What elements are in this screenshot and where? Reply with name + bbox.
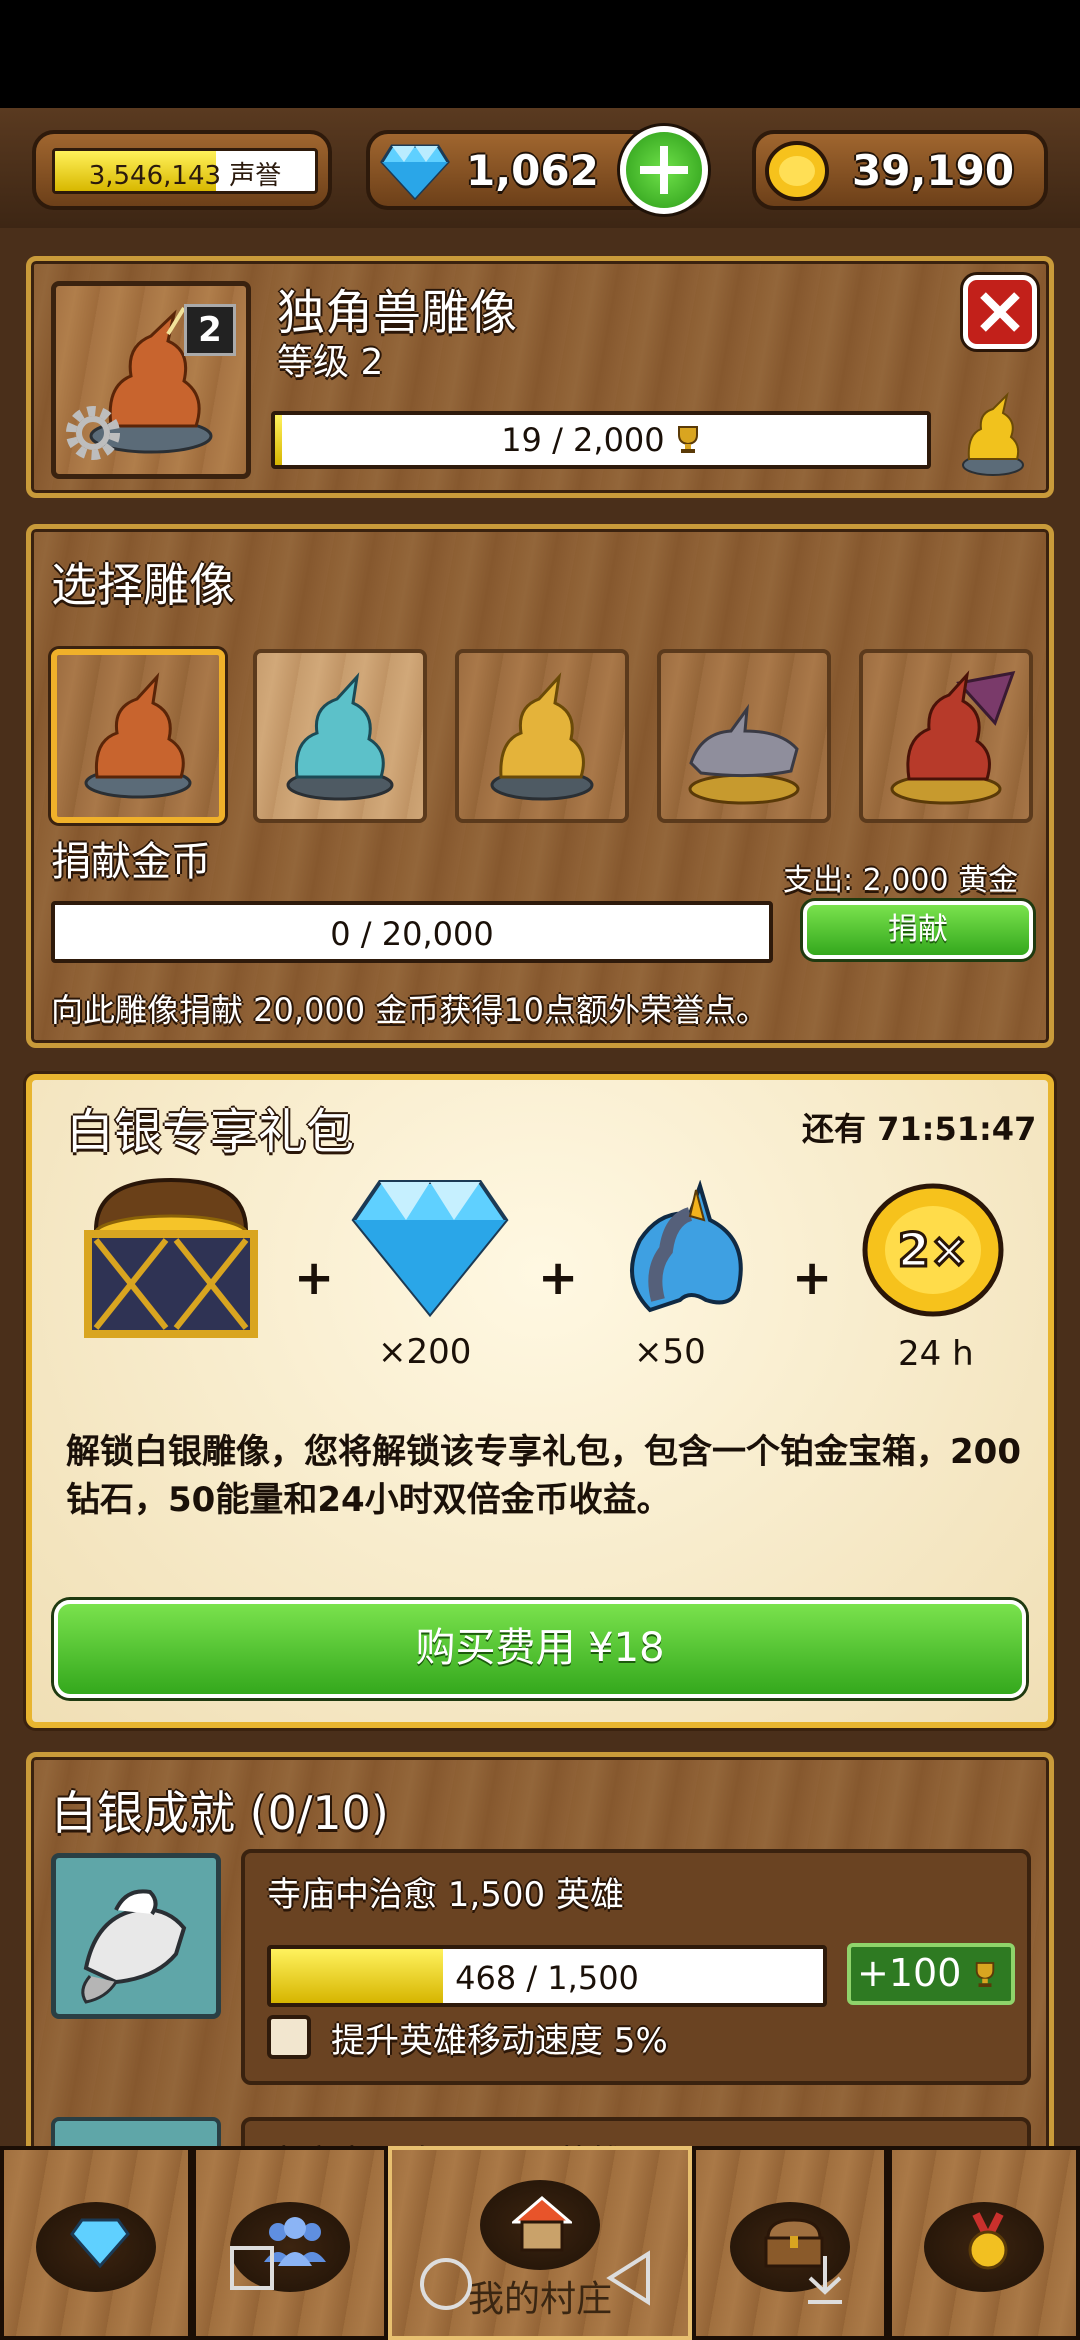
diamond-count: 1,062 bbox=[466, 146, 599, 195]
statue-progress-text: 19 / 2,000 bbox=[275, 421, 927, 459]
add-diamonds-button[interactable] bbox=[620, 126, 708, 214]
donate-gold-label: 捐献金币 bbox=[51, 839, 211, 885]
achievements-panel: 白银成就 (0/10) 寺庙中治愈 1,500 英雄 468 / 1,500 +… bbox=[26, 1752, 1054, 2177]
statue-progress-value: 19 / 2,000 bbox=[501, 421, 665, 459]
achievement-reward-value: +100 bbox=[857, 1951, 962, 1995]
resource-bar: 3,546,143 声誉 1,062 39,190 bbox=[0, 108, 1080, 228]
house-icon bbox=[512, 2196, 572, 2252]
select-statue-panel: 选择雕像 捐献金币 支出: 2,000 黄金 0 / 20,000 捐献 向此雕… bbox=[26, 524, 1054, 1048]
statue-thumbnail: 2 bbox=[51, 281, 251, 479]
buy-offer-button[interactable]: 购买费用 ¥18 bbox=[54, 1600, 1026, 1698]
achievement-perk: 提升英雄移动速度 5% bbox=[331, 2021, 668, 2061]
donate-info-text: 向此雕像捐献 20,000 金币获得10点额外荣誉点。 bbox=[51, 991, 769, 1029]
achievements-title: 白银成就 (0/10) bbox=[51, 1786, 389, 1840]
tab-heroes[interactable] bbox=[192, 2146, 388, 2340]
bottom-navigation: 我的村庄 bbox=[0, 2146, 1080, 2340]
diamond-qty: ×200 bbox=[378, 1332, 472, 1372]
close-button[interactable] bbox=[963, 275, 1037, 349]
plus-sign: + bbox=[792, 1250, 833, 1306]
achievement-icon-box bbox=[51, 1853, 221, 2019]
status-bar bbox=[0, 0, 1080, 108]
platinum-unicorn-icon bbox=[688, 703, 800, 805]
offer-timer: 还有 71:51:47 bbox=[802, 1110, 1037, 1148]
system-keyboard-collapse-icon[interactable] bbox=[800, 2252, 850, 2308]
donate-progress-bar: 0 / 20,000 bbox=[51, 901, 773, 963]
gear-icon[interactable] bbox=[58, 398, 128, 468]
donate-button[interactable]: 捐献 bbox=[803, 901, 1033, 959]
plus-sign: + bbox=[294, 1250, 335, 1306]
statue-slot-platinum[interactable] bbox=[657, 649, 831, 823]
fame-progress-bar: 3,546,143 声誉 bbox=[52, 148, 318, 194]
system-recents-button[interactable] bbox=[228, 2244, 278, 2294]
system-back-button[interactable] bbox=[604, 2248, 654, 2308]
select-statue-title: 选择雕像 bbox=[51, 558, 235, 612]
diamond-icon bbox=[380, 144, 450, 200]
offer-item-energy bbox=[610, 1179, 760, 1334]
medal-icon bbox=[968, 2212, 1008, 2270]
statue-slot-silver[interactable] bbox=[253, 649, 427, 823]
statue-slot-bronze[interactable] bbox=[51, 649, 225, 823]
gold-pill: 39,190 bbox=[752, 130, 1048, 210]
tab-achievements[interactable] bbox=[888, 2146, 1080, 2340]
perk-checkbox[interactable] bbox=[267, 2015, 311, 2059]
plus-sign: + bbox=[538, 1250, 579, 1306]
diamond-icon bbox=[70, 2218, 130, 2268]
double-gold-coin-icon: 2× bbox=[862, 1183, 1004, 1317]
gold-unicorn-icon bbox=[490, 672, 594, 801]
tab-chest[interactable] bbox=[692, 2146, 888, 2340]
statue-slot-dragon[interactable] bbox=[859, 649, 1033, 823]
achievement-progress-text: 468 / 1,500 bbox=[455, 1959, 639, 1997]
offer-item-chest bbox=[76, 1170, 266, 1354]
trophy-icon bbox=[677, 426, 698, 453]
statue-info-panel: 2 独角兽雕像 等级 2 19 / 2,000 bbox=[26, 256, 1054, 498]
unicorn-energy-icon bbox=[630, 1179, 743, 1313]
gold-coin-icon bbox=[765, 141, 829, 201]
offer-title: 白银专享礼包 bbox=[66, 1104, 355, 1160]
donate-cost: 支出: 2,000 黄金 bbox=[783, 863, 1019, 898]
healing-hands-icon bbox=[81, 1889, 187, 2004]
offer-item-double-gold: 2× bbox=[858, 1180, 1008, 1324]
tab-shop[interactable] bbox=[0, 2146, 192, 2340]
level-badge: 2 bbox=[184, 304, 236, 356]
treasure-chest-icon bbox=[84, 1177, 258, 1338]
fame-value: 3,546,143 声誉 bbox=[88, 161, 282, 191]
offer-item-diamonds bbox=[350, 1178, 510, 1322]
achievement-progress-bar: 468 / 1,500 bbox=[267, 1945, 827, 2007]
double-multiplier-text: 2× bbox=[898, 1223, 969, 1277]
fame-pill: 3,546,143 声誉 bbox=[32, 130, 332, 210]
system-home-button[interactable] bbox=[416, 2254, 476, 2314]
statue-slot-gold[interactable] bbox=[455, 649, 629, 823]
trophy-icon bbox=[976, 1962, 995, 1987]
energy-qty: ×50 bbox=[634, 1332, 706, 1372]
offer-description: 解锁白银雕像，您将解锁该专享礼包，包含一个铂金宝箱，200钻石，50能量和24小… bbox=[66, 1432, 1021, 1520]
silver-unicorn-icon bbox=[286, 672, 394, 801]
donate-progress-text: 0 / 20,000 bbox=[330, 915, 494, 953]
double-gold-duration: 24 h bbox=[898, 1334, 974, 1374]
statue-level: 等级 2 bbox=[277, 342, 384, 383]
gold-unicorn-statue-icon bbox=[962, 391, 1024, 476]
achievement-reward: +100 bbox=[847, 1943, 1015, 2005]
achievement-title: 寺庙中治愈 1,500 英雄 bbox=[267, 1875, 624, 1915]
diamond-icon bbox=[351, 1180, 509, 1318]
achievement-row: 寺庙中治愈 1,500 英雄 468 / 1,500 +100 提升英雄移动速度… bbox=[241, 1849, 1031, 2085]
dragon-unicorn-icon bbox=[890, 670, 1016, 805]
silver-offer-panel: 白银专享礼包 还有 71:51:47 + ×200 + ×50 + 2× 24 … bbox=[26, 1074, 1054, 1728]
statue-progress-bar: 19 / 2,000 bbox=[271, 411, 931, 469]
bronze-unicorn-icon bbox=[84, 672, 192, 799]
gold-count: 39,190 bbox=[852, 146, 1015, 195]
